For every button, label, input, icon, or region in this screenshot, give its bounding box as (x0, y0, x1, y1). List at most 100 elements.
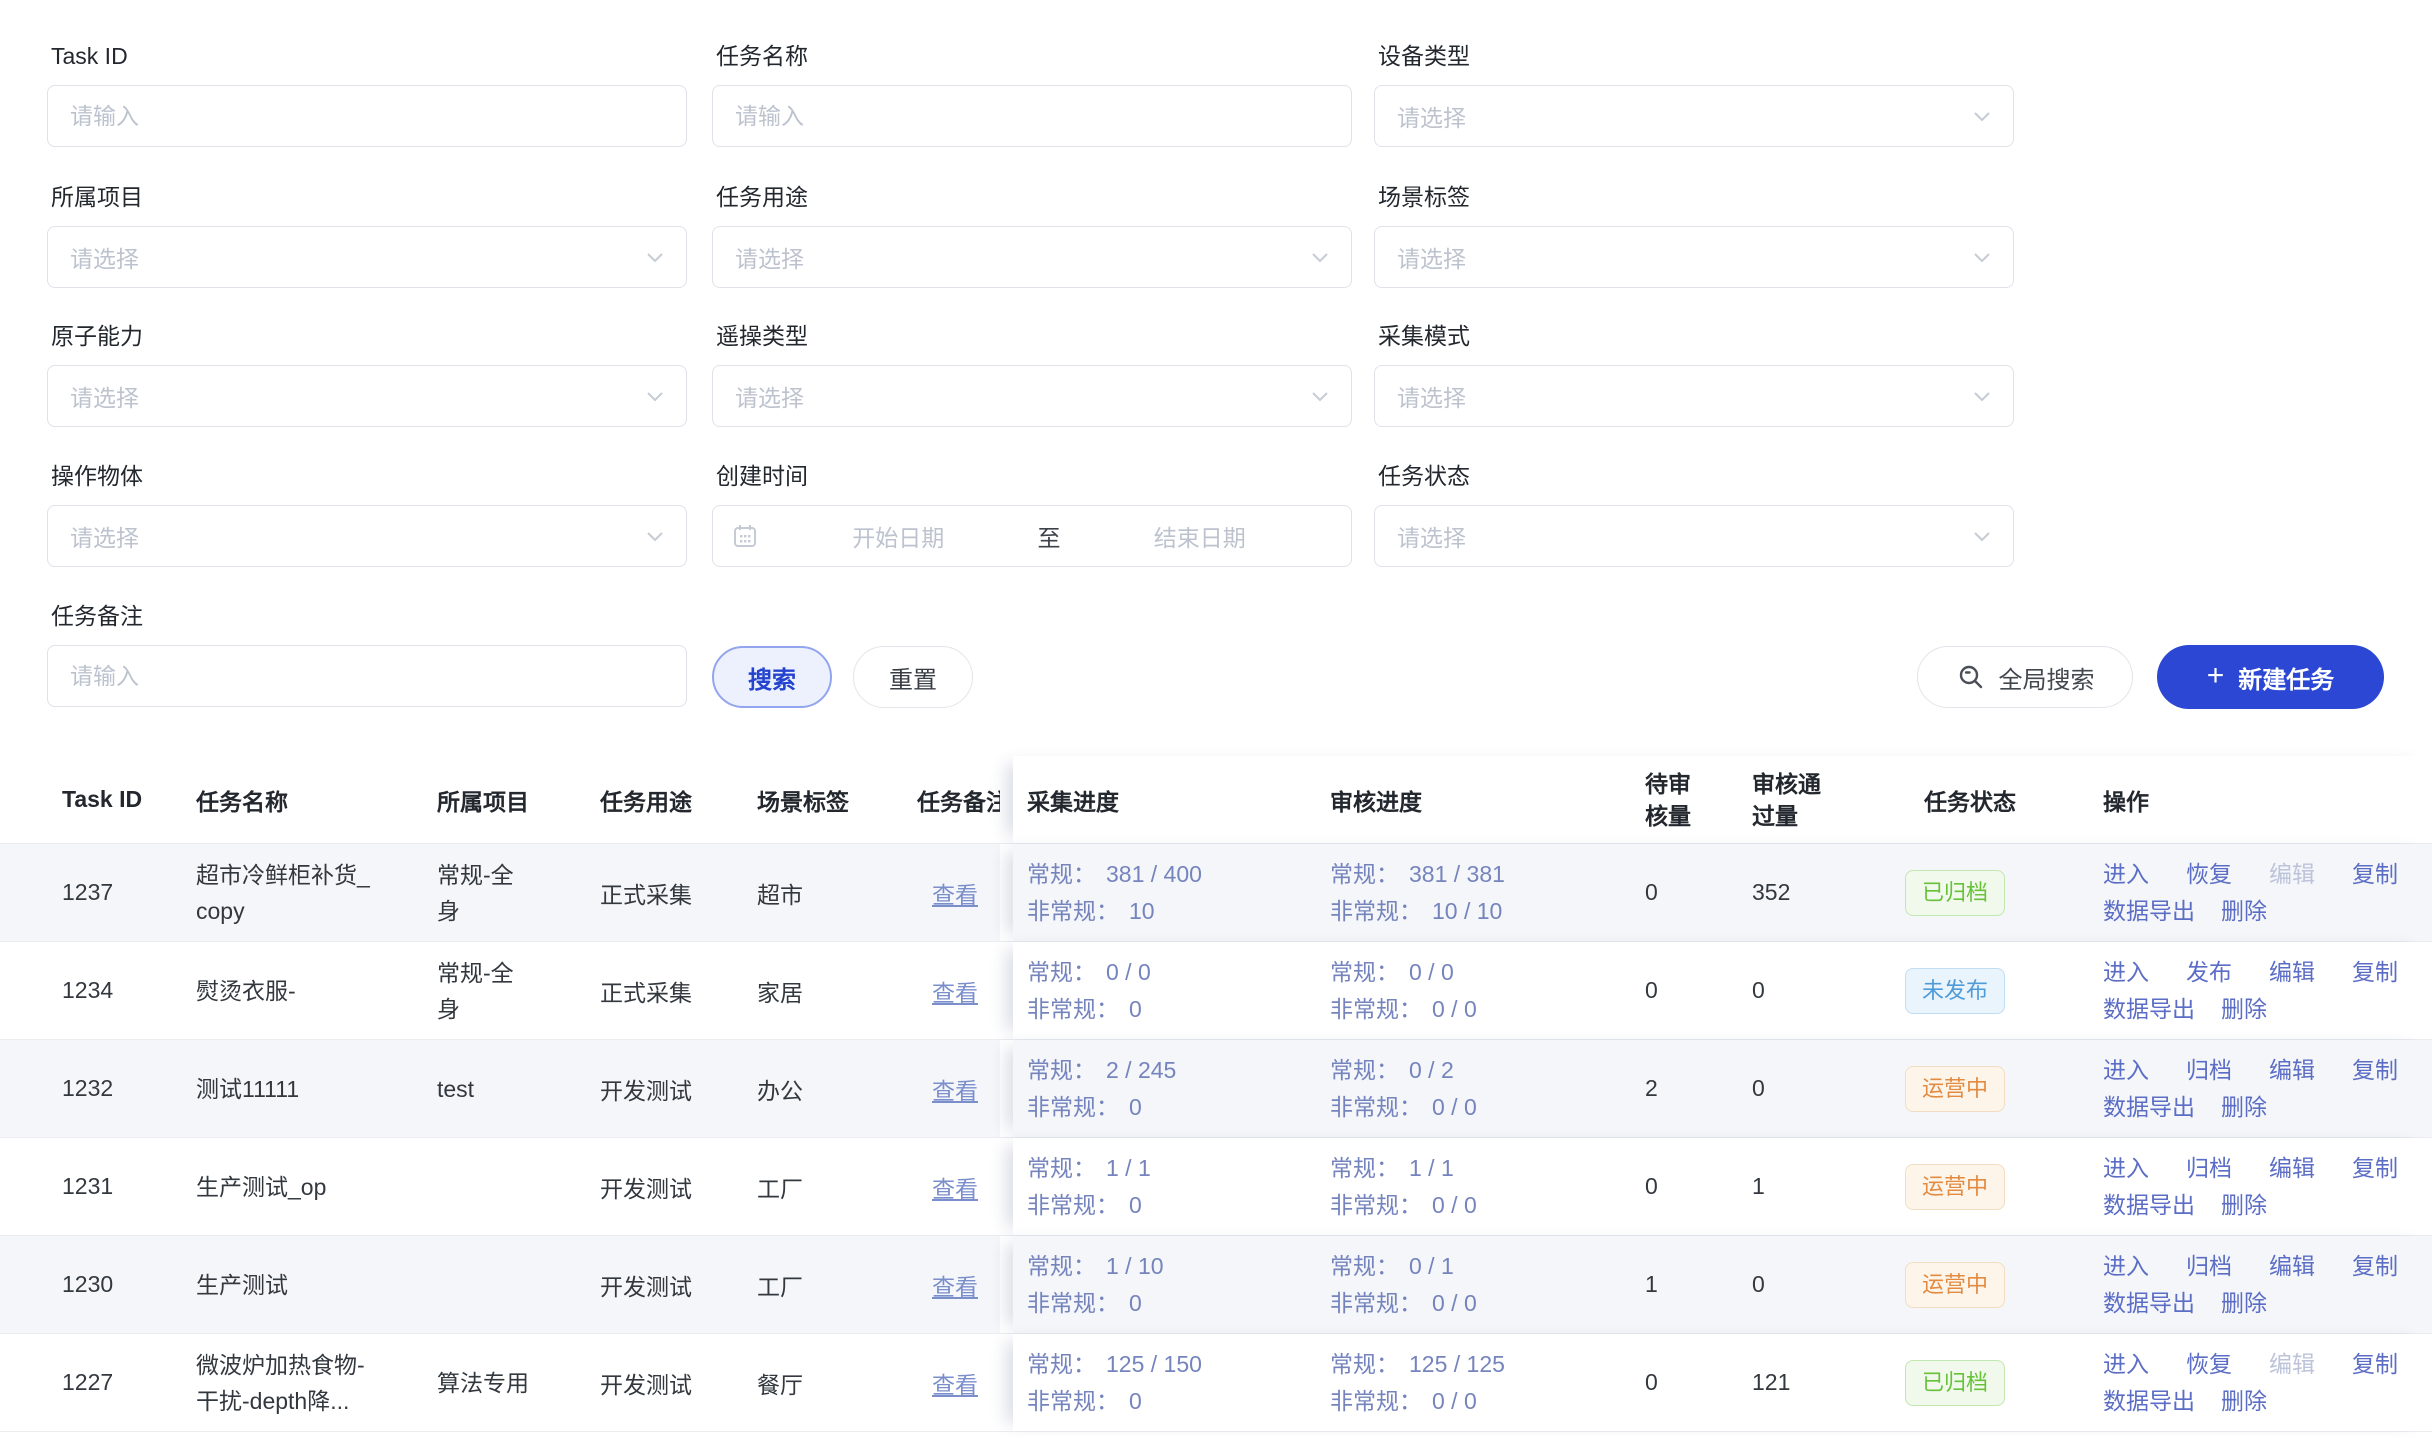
action-archive-link[interactable]: 归档 (2186, 1248, 2232, 1285)
cell-passed-count: 352 (1735, 879, 1905, 906)
cell-passed-count: 0 (1735, 1271, 1905, 1298)
cell-task-id: 1237 (0, 879, 196, 906)
action-delete-link[interactable]: 删除 (2221, 991, 2267, 1028)
cell-task-name: 超市冷鲜柜补货_copy (196, 857, 437, 929)
task-remark-input[interactable] (70, 646, 664, 706)
action-export-link[interactable]: 数据导出 (2103, 1285, 2195, 1322)
global-search-button[interactable]: 全局搜索 (1917, 646, 2133, 708)
action-enter-link[interactable]: 进入 (2103, 1150, 2149, 1187)
action-delete-link[interactable]: 删除 (2221, 1187, 2267, 1224)
task-status-select[interactable]: 请选择 (1374, 505, 2014, 567)
action-edit-link[interactable]: 编辑 (2269, 1248, 2315, 1285)
action-export-link[interactable]: 数据导出 (2103, 991, 2195, 1028)
select-placeholder: 请选择 (1397, 379, 1466, 413)
cell-passed-count: 0 (1735, 977, 1905, 1004)
filter-label: 任务用途 (716, 182, 1352, 212)
cell-project: 常规-全身 (437, 955, 600, 1027)
status-badge: 已归档 (1905, 870, 2005, 916)
select-placeholder: 请选择 (735, 379, 804, 413)
project-select[interactable]: 请选择 (47, 226, 687, 288)
action-edit-link[interactable]: 编辑 (2269, 1052, 2315, 1089)
create-time-range-picker[interactable]: 开始日期 至 结束日期 (712, 505, 1352, 567)
chevron-down-icon (1971, 525, 1993, 547)
action-restore-link[interactable]: 恢复 (2186, 1346, 2232, 1383)
action-enter-link[interactable]: 进入 (2103, 856, 2149, 893)
filter-label: 所属项目 (51, 182, 687, 212)
filter-label: 操作物体 (51, 461, 687, 491)
cell-actions: 进入 恢复 编辑 复制 数据导出 删除 (2103, 856, 2432, 930)
fixed-column-gutter (1000, 1334, 1013, 1431)
action-enter-link[interactable]: 进入 (2103, 1346, 2149, 1383)
filter-task-remark: 任务备注 (47, 601, 687, 707)
view-remark-link[interactable]: 查看 (932, 974, 978, 1008)
action-copy-link[interactable]: 复制 (2352, 1248, 2398, 1285)
reset-button[interactable]: 重置 (853, 646, 973, 708)
end-date-placeholder[interactable]: 结束日期 (1067, 519, 1334, 553)
calendar-icon (731, 522, 759, 550)
action-export-link[interactable]: 数据导出 (2103, 1089, 2195, 1126)
action-copy-link[interactable]: 复制 (2352, 1150, 2398, 1187)
search-button[interactable]: 搜索 (712, 646, 832, 708)
operate-object-select[interactable]: 请选择 (47, 505, 687, 567)
action-edit-link[interactable]: 编辑 (2269, 856, 2315, 893)
global-search-label: 全局搜索 (1999, 660, 2095, 695)
select-placeholder: 请选择 (70, 240, 139, 274)
action-restore-link[interactable]: 恢复 (2186, 856, 2232, 893)
cell-collect-progress: 常规：125 / 150 非常规：0 (1027, 1346, 1330, 1420)
filter-label: 场景标签 (1378, 182, 2014, 212)
action-edit-link[interactable]: 编辑 (2269, 954, 2315, 991)
action-enter-link[interactable]: 进入 (2103, 954, 2149, 991)
action-export-link[interactable]: 数据导出 (2103, 893, 2195, 930)
action-copy-link[interactable]: 复制 (2352, 1052, 2398, 1089)
action-edit-link[interactable]: 编辑 (2269, 1346, 2315, 1383)
action-delete-link[interactable]: 删除 (2221, 1285, 2267, 1322)
scene-tag-select[interactable]: 请选择 (1374, 226, 2014, 288)
cell-task-name: 熨烫衣服- (196, 973, 437, 1009)
action-export-link[interactable]: 数据导出 (2103, 1383, 2195, 1420)
purpose-select[interactable]: 请选择 (712, 226, 1352, 288)
cell-collect-progress: 常规：2 / 245 非常规：0 (1027, 1052, 1330, 1126)
action-publish-link[interactable]: 发布 (2186, 954, 2232, 991)
task-name-input[interactable] (735, 86, 1329, 146)
action-archive-link[interactable]: 归档 (2186, 1150, 2232, 1187)
atomic-ability-select[interactable]: 请选择 (47, 365, 687, 427)
filter-label: 遥操类型 (716, 321, 1352, 351)
action-copy-link[interactable]: 复制 (2352, 954, 2398, 991)
view-remark-link[interactable]: 查看 (932, 876, 978, 910)
action-enter-link[interactable]: 进入 (2103, 1052, 2149, 1089)
cell-pending-count: 0 (1640, 1369, 1735, 1396)
view-remark-link[interactable]: 查看 (932, 1366, 978, 1400)
cell-review-progress: 常规：1 / 1 非常规：0 / 0 (1330, 1150, 1640, 1224)
table-row: 1230 生产测试 开发测试 工厂 查看 常规：1 / 10 非常规：0 常规：… (0, 1236, 2432, 1334)
action-delete-link[interactable]: 删除 (2221, 1089, 2267, 1126)
collect-mode-select[interactable]: 请选择 (1374, 365, 2014, 427)
cell-scene: 工厂 (757, 1170, 917, 1204)
view-remark-link[interactable]: 查看 (932, 1072, 978, 1106)
cell-pending-count: 2 (1640, 1075, 1735, 1102)
device-type-select[interactable]: 请选择 (1374, 85, 2014, 147)
action-copy-link[interactable]: 复制 (2352, 1346, 2398, 1383)
task-id-input[interactable] (70, 86, 664, 146)
filter-label: 任务名称 (716, 41, 1352, 71)
new-task-label: 新建任务 (2238, 660, 2334, 695)
action-delete-link[interactable]: 删除 (2221, 893, 2267, 930)
view-remark-link[interactable]: 查看 (932, 1268, 978, 1302)
action-export-link[interactable]: 数据导出 (2103, 1187, 2195, 1224)
action-archive-link[interactable]: 归档 (2186, 1052, 2232, 1089)
action-copy-link[interactable]: 复制 (2352, 856, 2398, 893)
action-edit-link[interactable]: 编辑 (2269, 1150, 2315, 1187)
teleop-type-select[interactable]: 请选择 (712, 365, 1352, 427)
fixed-column-gutter (1000, 844, 1013, 941)
filter-create-time: 创建时间 开始日期 至 结束日期 (712, 461, 1352, 567)
new-task-button[interactable]: + 新建任务 (2157, 645, 2384, 709)
select-placeholder: 请选择 (70, 519, 139, 553)
table-row: 1231 生产测试_op 开发测试 工厂 查看 常规：1 / 1 非常规：0 常… (0, 1138, 2432, 1236)
action-enter-link[interactable]: 进入 (2103, 1248, 2149, 1285)
filter-task-status: 任务状态 请选择 (1374, 461, 2014, 567)
filter-operate-object: 操作物体 请选择 (47, 461, 687, 567)
filter-label: 原子能力 (51, 321, 687, 351)
view-remark-link[interactable]: 查看 (932, 1170, 978, 1204)
action-delete-link[interactable]: 删除 (2221, 1383, 2267, 1420)
filter-teleop-type: 遥操类型 请选择 (712, 321, 1352, 427)
start-date-placeholder[interactable]: 开始日期 (765, 519, 1032, 553)
